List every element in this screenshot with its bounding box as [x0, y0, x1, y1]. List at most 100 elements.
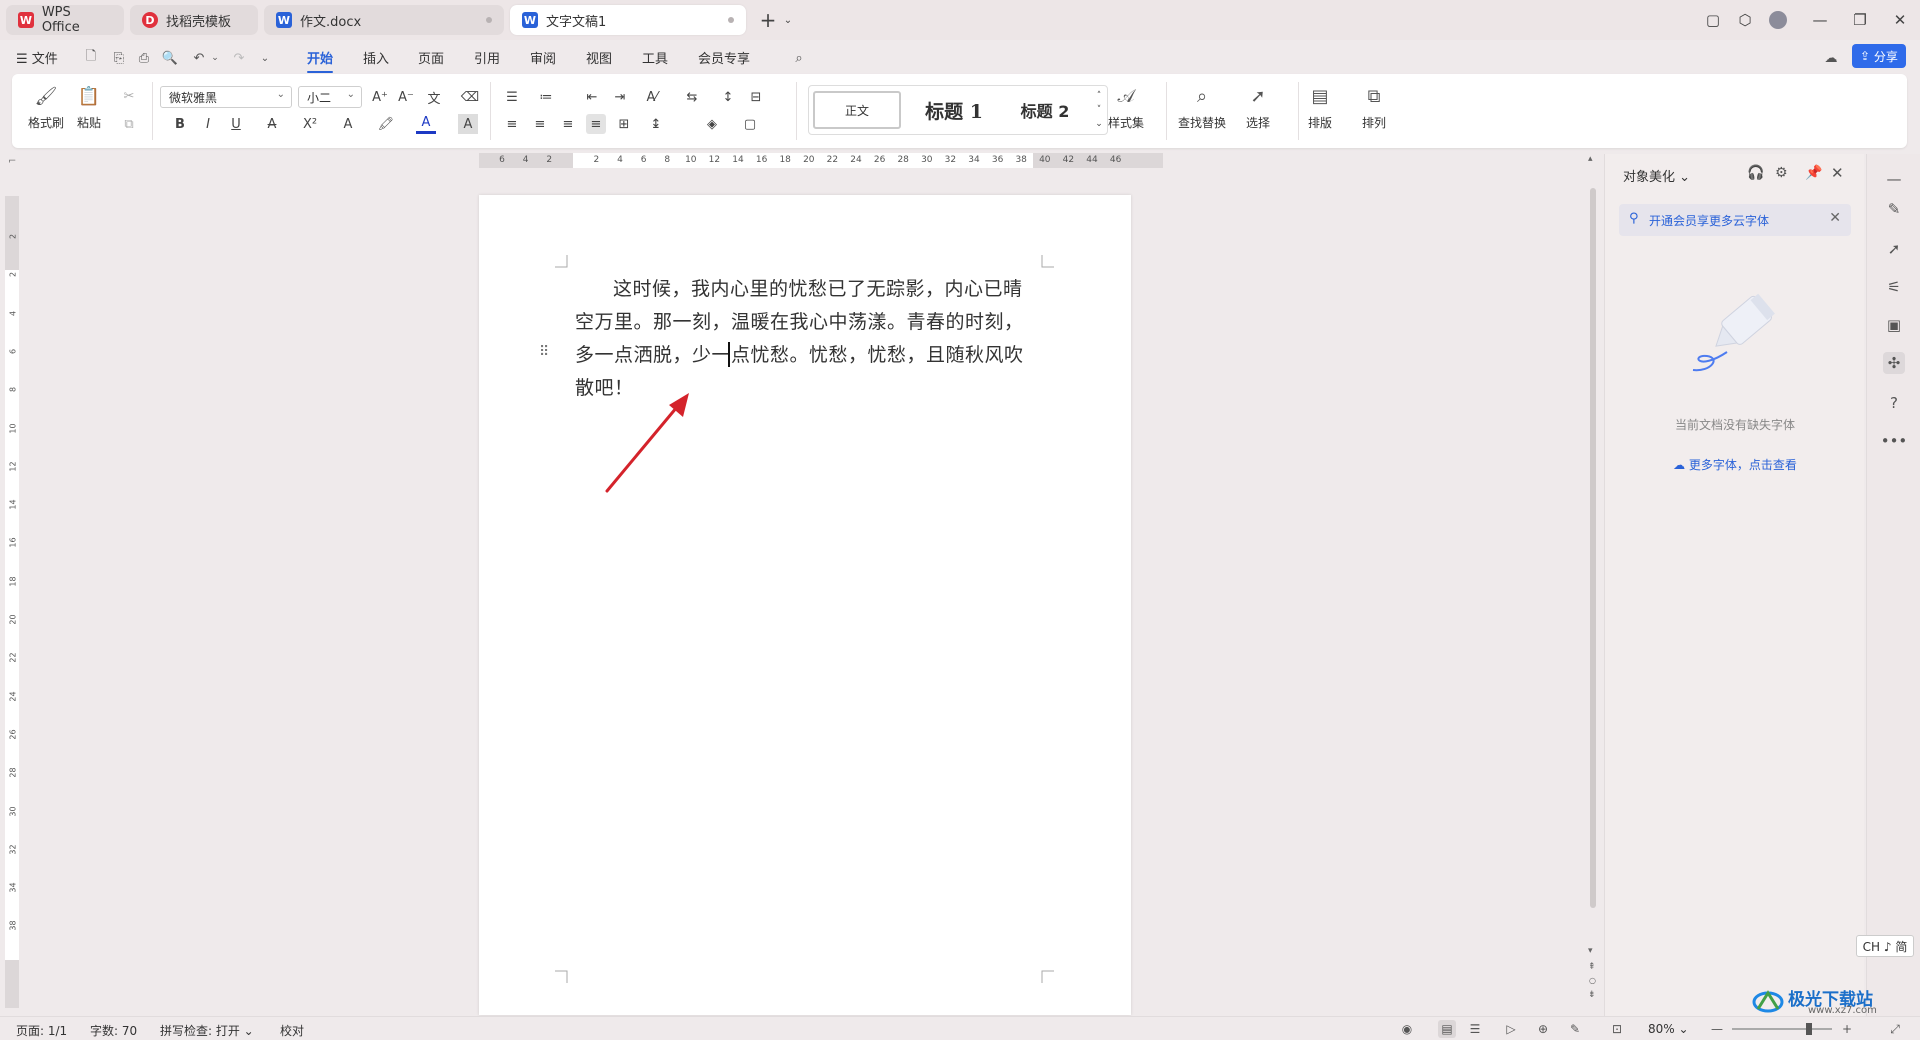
- increase-font-icon[interactable]: A⁺: [370, 87, 390, 107]
- play-icon[interactable]: ▷: [1502, 1020, 1520, 1038]
- justify-icon[interactable]: ≡: [586, 114, 606, 134]
- paragraph[interactable]: 这时候，我内心里的忧愁已了无踪影，内心已晴空万里。那一刻，温暖在我心中荡漾。青春…: [575, 273, 1041, 405]
- clear-format-icon[interactable]: ⌫: [460, 87, 480, 107]
- collapse-icon[interactable]: —: [1883, 168, 1905, 190]
- scroll-thumb[interactable]: [1590, 188, 1596, 908]
- tab-insert[interactable]: 插入: [363, 48, 389, 67]
- zoom-slider-thumb[interactable]: [1806, 1023, 1812, 1035]
- undo-dropdown-icon[interactable]: ⌄: [206, 49, 224, 67]
- export-pdf-icon[interactable]: ⎘: [110, 49, 128, 67]
- select-button[interactable]: ➚ 选择: [1246, 84, 1270, 131]
- align-left-icon[interactable]: ≡: [502, 114, 522, 134]
- write-mode-icon[interactable]: ✎: [1566, 1020, 1584, 1038]
- underline-icon[interactable]: U: [226, 114, 246, 134]
- close-icon[interactable]: ✕: [1829, 210, 1841, 226]
- style-heading-1[interactable]: 标题 1: [909, 91, 999, 129]
- restore-icon[interactable]: ❐: [1848, 8, 1872, 32]
- image-edit-icon[interactable]: ▣: [1883, 314, 1905, 336]
- help-icon[interactable]: ?: [1883, 392, 1905, 414]
- tab-references[interactable]: 引用: [474, 48, 500, 67]
- bold-icon[interactable]: B: [170, 114, 190, 134]
- align-center-icon[interactable]: ≡: [530, 114, 550, 134]
- numbered-list-icon[interactable]: ≔: [536, 87, 556, 107]
- outline-view-icon[interactable]: ☰: [1466, 1020, 1484, 1038]
- share-button[interactable]: ⇪ 分享: [1852, 44, 1906, 68]
- font-color-icon[interactable]: A: [416, 114, 436, 134]
- style-heading-2[interactable]: 标题 2: [1005, 91, 1085, 129]
- close-icon[interactable]: ✕: [1888, 8, 1912, 32]
- spell-check-toggle[interactable]: 拼写检查: 打开 ⌄: [160, 1022, 254, 1039]
- redo-icon[interactable]: ↷: [230, 49, 248, 67]
- shading-icon[interactable]: ◈: [702, 114, 722, 134]
- arrange-button[interactable]: ⧉ 排列: [1362, 84, 1386, 131]
- close-icon[interactable]: ✕: [1831, 164, 1844, 182]
- align-right-icon[interactable]: ≡: [558, 114, 578, 134]
- copy-icon[interactable]: ⧉: [119, 114, 139, 134]
- print-icon[interactable]: ⎙: [135, 49, 153, 67]
- eye-protect-icon[interactable]: ◉: [1398, 1020, 1416, 1038]
- text-effect-icon[interactable]: A: [338, 114, 358, 134]
- tab-page[interactable]: 页面: [418, 48, 444, 67]
- vertical-ruler[interactable]: 2 2 4 6 8 10 12 14 16 18 20 22 24 26 28 30 32 34 38: [5, 196, 19, 1008]
- tab-tools[interactable]: 工具: [642, 48, 668, 67]
- select-cursor-icon[interactable]: ➚: [1883, 238, 1905, 260]
- save-icon[interactable]: 🗋: [82, 49, 100, 67]
- file-menu[interactable]: ☰ 文件: [16, 48, 58, 67]
- page-indicator[interactable]: 页面: 1/1: [16, 1022, 67, 1039]
- tab-document1[interactable]: W 文字文稿1: [510, 5, 746, 35]
- tab-close-dot-icon[interactable]: [728, 17, 734, 23]
- style-normal[interactable]: 正文: [813, 91, 901, 129]
- chinese-layout-icon[interactable]: A⁄: [642, 87, 662, 107]
- layout-button[interactable]: ▤ 排版: [1308, 84, 1332, 131]
- word-count[interactable]: 字数: 70: [90, 1022, 137, 1039]
- increase-indent-icon[interactable]: ⇥: [610, 87, 630, 107]
- print-preview-icon[interactable]: 🔍: [161, 49, 179, 67]
- style-set-button[interactable]: 𝒜 样式集: [1108, 84, 1144, 131]
- scroll-down-icon[interactable]: ▾: [1588, 946, 1593, 956]
- find-replace-button[interactable]: ⌕ 查找替换: [1178, 84, 1226, 131]
- zoom-out-icon[interactable]: —: [1708, 1020, 1726, 1038]
- minimize-icon[interactable]: —: [1808, 8, 1832, 32]
- phonetic-guide-icon[interactable]: 文: [424, 87, 444, 107]
- browse-object-icon[interactable]: ○: [1589, 976, 1596, 985]
- search-icon[interactable]: ⌕: [790, 49, 808, 67]
- tab-docer-template[interactable]: D 找稻壳模板: [130, 5, 258, 35]
- tab-list-chevron-icon[interactable]: ⌄: [776, 8, 800, 32]
- tab-review[interactable]: 审阅: [530, 48, 556, 67]
- highlight-icon[interactable]: 🖍: [376, 114, 396, 134]
- tab-wps-office[interactable]: W WPS Office: [6, 5, 124, 35]
- text-direction-icon[interactable]: ⇆: [682, 87, 702, 107]
- border-icon[interactable]: ▢: [740, 114, 760, 134]
- avatar[interactable]: [1766, 8, 1790, 32]
- proofread-button[interactable]: 校对: [280, 1022, 304, 1039]
- prev-page-icon[interactable]: ⇞: [1588, 962, 1596, 972]
- gear-icon[interactable]: ⚙: [1775, 165, 1788, 181]
- pin-icon[interactable]: 📌: [1805, 165, 1822, 181]
- paste-button[interactable]: 📋 粘贴: [77, 84, 101, 131]
- fit-window-icon[interactable]: ⊡: [1608, 1020, 1626, 1038]
- document-page[interactable]: ⠿ 这时候，我内心里的忧愁已了无踪影，内心已晴空万里。那一刻，温暖在我心中荡漾。…: [479, 195, 1131, 1015]
- line-spacing-icon[interactable]: ↨: [646, 114, 666, 134]
- quick-access-chevron-icon[interactable]: ⌄: [256, 49, 274, 67]
- tools-icon[interactable]: ✣: [1883, 352, 1905, 374]
- fullscreen-icon[interactable]: ⤢: [1886, 1020, 1904, 1038]
- char-shading-icon[interactable]: A: [458, 114, 478, 134]
- tab-close-dot-icon[interactable]: [486, 17, 492, 23]
- format-painter-button[interactable]: 🖌 格式刷: [28, 84, 64, 131]
- cut-icon[interactable]: ✂: [119, 86, 139, 106]
- strikethrough-icon[interactable]: A: [262, 114, 282, 134]
- document-body[interactable]: 这时候，我内心里的忧愁已了无踪影，内心已晴空万里。那一刻，温暖在我心中荡漾。青春…: [575, 273, 1041, 405]
- show-marks-icon[interactable]: ⊟: [746, 87, 766, 107]
- decrease-indent-icon[interactable]: ⇤: [582, 87, 602, 107]
- zoom-slider[interactable]: [1732, 1028, 1832, 1030]
- distributed-align-icon[interactable]: ⊞: [614, 114, 634, 134]
- tab-essay-docx[interactable]: W 作文.docx: [264, 5, 504, 35]
- horizontal-ruler[interactable]: 6 4 2 2 4 6 8 10 12 14 16 18 20 22 24 26 28 30 32 34 36 38 40 4…: [479, 153, 1163, 168]
- cloud-sync-icon[interactable]: ☁: [1822, 49, 1840, 67]
- decrease-font-icon[interactable]: A⁻: [396, 87, 416, 107]
- panel-title[interactable]: 对象美化 ⌄: [1623, 166, 1690, 185]
- next-page-icon[interactable]: ⇟: [1588, 990, 1596, 1000]
- tab-start[interactable]: 开始: [307, 48, 334, 73]
- vip-promo-banner[interactable]: ⚲ 开通会员享更多云字体 ✕: [1619, 204, 1851, 236]
- italic-icon[interactable]: I: [198, 114, 218, 134]
